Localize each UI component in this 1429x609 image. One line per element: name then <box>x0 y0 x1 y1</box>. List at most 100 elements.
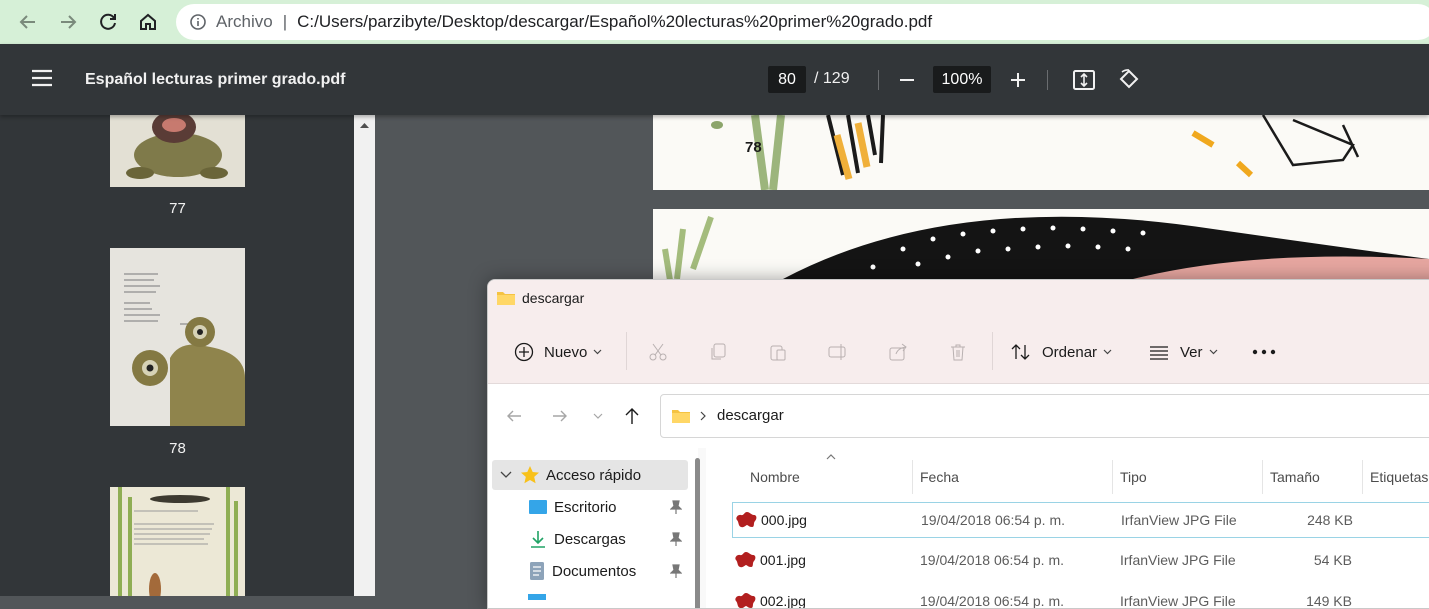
sort-button[interactable]: Ordenar <box>1010 338 1112 366</box>
explorer-titlebar[interactable]: descargar <box>488 280 1429 318</box>
nav-label: Documentos <box>552 562 637 580</box>
fit-page-icon <box>1073 70 1095 90</box>
recent-locations-button[interactable] <box>584 402 612 430</box>
zoom-input[interactable]: 100% <box>933 66 991 93</box>
new-button[interactable]: Nuevo <box>514 338 602 366</box>
reload-button[interactable] <box>94 8 122 36</box>
thumbnail-page-79[interactable] <box>110 487 245 596</box>
address-bar[interactable]: Archivo | C:/Users/parzibyte/Desktop/des… <box>176 4 1429 40</box>
column-separator[interactable] <box>1112 460 1113 494</box>
chevron-down-icon <box>500 471 512 478</box>
scroll-up-icon <box>360 123 369 128</box>
column-separator[interactable] <box>912 460 913 494</box>
file-name: 000.jpg <box>761 512 807 528</box>
irfanview-icon <box>736 512 757 528</box>
chevron-down-icon <box>1103 349 1112 355</box>
explorer-address-bar[interactable]: descargar <box>660 394 1429 438</box>
view-list-icon <box>1150 346 1168 360</box>
plus-icon <box>1011 73 1025 87</box>
pdf-title: Español lecturas primer grado.pdf <box>85 71 346 88</box>
nav-label: Acceso rápido <box>546 466 642 484</box>
page-78-illustration <box>653 115 1429 190</box>
navigation-pane: Acceso rápido Escritorio Descargas Docum… <box>488 448 700 608</box>
file-row[interactable]: 002.jpg 19/04/2018 06:54 p. m. IrfanView… <box>732 584 1429 609</box>
copy-button[interactable] <box>704 338 732 366</box>
thumbnail-label: 77 <box>169 200 186 217</box>
column-header-type[interactable]: Tipo <box>1120 458 1147 496</box>
plus-circle-icon <box>514 342 534 362</box>
file-name: 002.jpg <box>760 593 806 609</box>
forward-button[interactable] <box>54 8 82 36</box>
pin-icon[interactable] <box>670 500 682 514</box>
nav-downloads[interactable]: Descargas <box>488 524 688 554</box>
trash-icon <box>951 344 965 361</box>
column-header-date[interactable]: Fecha <box>920 458 959 496</box>
url-separator: | <box>282 12 288 31</box>
column-separator[interactable] <box>1262 460 1263 494</box>
explorer-back-button[interactable] <box>500 402 528 430</box>
more-dots-icon <box>1252 349 1276 355</box>
rename-button[interactable] <box>824 338 852 366</box>
nav-desktop[interactable]: Escritorio <box>488 492 688 522</box>
sort-ascending-indicator <box>826 448 836 466</box>
nav-quick-access[interactable]: Acceso rápido <box>492 460 688 490</box>
rotate-button[interactable] <box>1115 66 1143 94</box>
sidebar-scrollbar[interactable] <box>354 115 375 596</box>
hamburger-icon <box>32 69 52 87</box>
new-button-label: Nuevo <box>544 343 588 361</box>
share-button[interactable] <box>884 338 912 366</box>
fit-page-button[interactable] <box>1070 66 1098 94</box>
command-separator <box>992 332 993 370</box>
pin-icon[interactable] <box>670 564 682 578</box>
menu-button[interactable] <box>30 68 54 93</box>
chevron-down-icon <box>1209 349 1217 355</box>
file-row[interactable]: 001.jpg 19/04/2018 06:54 p. m. IrfanView… <box>732 543 1429 579</box>
explorer-forward-button[interactable] <box>546 402 574 430</box>
file-date: 19/04/2018 06:54 p. m. <box>921 512 1065 528</box>
explorer-title: descargar <box>522 290 585 306</box>
nav-scrollbar[interactable] <box>695 458 700 608</box>
file-row[interactable]: 000.jpg 19/04/2018 06:54 p. m. IrfanView… <box>732 502 1429 538</box>
zoom-in-button[interactable] <box>1004 66 1032 94</box>
zoom-out-button[interactable] <box>893 66 921 94</box>
file-explorer-window: descargar Nuevo Ordenar Ver descargar Ac… <box>487 279 1429 609</box>
cut-button[interactable] <box>644 338 672 366</box>
sort-button-label: Ordenar <box>1042 343 1098 361</box>
home-button[interactable] <box>134 8 162 36</box>
pdf-toolbar: Español lecturas primer grado.pdf 80 / 1… <box>0 44 1429 115</box>
up-folder-button[interactable] <box>618 402 646 430</box>
home-icon <box>140 13 156 30</box>
column-separator[interactable] <box>1362 460 1363 494</box>
paste-button[interactable] <box>764 338 792 366</box>
nav-item-partial-icon <box>528 594 546 600</box>
delete-button[interactable] <box>944 338 972 366</box>
sort-icon <box>1011 344 1030 360</box>
animals-illustration <box>110 487 245 596</box>
paste-icon <box>770 345 786 361</box>
chevron-down-icon <box>593 413 603 419</box>
nav-documents[interactable]: Documentos <box>488 556 688 586</box>
file-date: 19/04/2018 06:54 p. m. <box>920 593 1064 609</box>
chevron-right-icon <box>700 411 706 421</box>
more-options-button[interactable] <box>1252 338 1276 366</box>
thumbnail-page-78[interactable] <box>110 248 245 426</box>
file-name: 001.jpg <box>760 552 806 568</box>
view-button[interactable]: Ver <box>1148 338 1218 366</box>
column-header-size[interactable]: Tamaño <box>1270 458 1320 496</box>
file-list: Nombre Fecha Tipo Tamaño Etiquetas 000.j… <box>706 448 1429 609</box>
document-icon <box>530 562 544 580</box>
file-type: IrfanView JPG File <box>1120 552 1236 568</box>
nav-label: Escritorio <box>554 498 617 516</box>
url-text: C:/Users/parzibyte/Desktop/descargar/Esp… <box>297 12 933 31</box>
page-number-input[interactable]: 80 <box>768 66 806 93</box>
copy-icon <box>711 343 726 360</box>
breadcrumb[interactable]: descargar <box>717 407 784 424</box>
file-size: 248 KB <box>1307 512 1353 528</box>
arrow-right-icon <box>61 15 77 29</box>
share-icon <box>889 343 907 361</box>
pin-icon[interactable] <box>670 532 682 546</box>
back-button[interactable] <box>14 8 42 36</box>
thumbnail-page-77[interactable] <box>110 115 245 187</box>
column-header-tags[interactable]: Etiquetas <box>1370 458 1428 496</box>
column-header-name[interactable]: Nombre <box>750 458 800 496</box>
